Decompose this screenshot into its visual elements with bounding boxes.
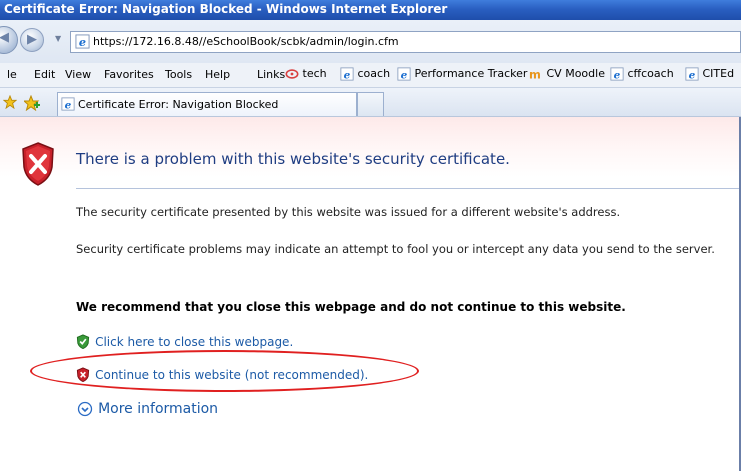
menu-help[interactable]: Help — [205, 68, 230, 81]
links-label: Links — [257, 68, 286, 81]
page-title: There is a problem with this website's s… — [76, 150, 510, 168]
forward-arrow-icon: ▶ — [27, 32, 37, 47]
address-bar[interactable]: e https://172.16.8.48//eSchoolBook/scbk/… — [70, 31, 741, 53]
favorites-star-icon[interactable] — [3, 95, 17, 109]
tab-label: Certificate Error: Navigation Blocked — [78, 98, 279, 111]
link-cited[interactable]: e CITEd — [685, 67, 734, 81]
page-content — [0, 117, 739, 471]
more-information-text: More information — [98, 401, 219, 417]
svg-text:m: m — [529, 67, 541, 81]
link-performance-tracker[interactable]: e Performance Tracker — [397, 67, 527, 81]
ie-page-icon: e — [75, 34, 90, 49]
expand-chevron-icon — [77, 401, 93, 416]
link-coach[interactable]: e coach — [340, 67, 390, 81]
menu-favorites[interactable]: Favorites — [104, 68, 154, 81]
ie-page-icon: e — [397, 67, 411, 81]
ie-page-icon: e — [340, 67, 354, 81]
forward-button[interactable]: ▶ — [20, 28, 44, 52]
add-favorites-icon[interactable] — [24, 95, 40, 111]
link-cffcoach[interactable]: e cffcoach — [610, 67, 674, 81]
link-cv-moodle[interactable]: m CV Moodle — [529, 67, 605, 81]
ie-page-icon: e — [685, 67, 699, 81]
aol-icon — [285, 69, 299, 79]
divider — [76, 188, 739, 189]
svg-text:e: e — [344, 69, 351, 81]
error-description: The security certificate presented by th… — [76, 205, 621, 219]
url-text: https://172.16.8.48//eSchoolBook/scbk/ad… — [93, 35, 399, 48]
warning-text: Security certificate problems may indica… — [76, 242, 715, 256]
more-information-toggle[interactable]: More information — [77, 398, 218, 417]
close-link-text: Click here to close this webpage. — [95, 335, 294, 349]
menu-view[interactable]: View — [65, 68, 91, 81]
svg-text:e: e — [689, 69, 696, 81]
tab-certificate-error[interactable]: e Certificate Error: Navigation Blocked — [57, 92, 357, 116]
title-bar: Certificate Error: Navigation Blocked - … — [0, 0, 741, 20]
new-tab-button[interactable] — [357, 92, 384, 116]
svg-text:e: e — [401, 69, 408, 81]
back-arrow-icon: ◀ — [0, 30, 9, 45]
recommendation-text: We recommend that you close this webpage… — [76, 300, 626, 314]
ie-page-icon: e — [61, 97, 75, 111]
svg-text:e: e — [79, 35, 86, 49]
link-tech[interactable]: tech — [285, 67, 327, 81]
menu-edit[interactable]: Edit — [34, 68, 55, 81]
back-button[interactable]: ◀ — [0, 26, 18, 54]
annotation-ellipse — [30, 350, 419, 392]
history-dropdown-icon[interactable]: ▼ — [55, 34, 61, 43]
close-webpage-link[interactable]: Click here to close this webpage. — [76, 331, 293, 350]
svg-text:e: e — [65, 99, 72, 111]
green-shield-check-icon — [76, 334, 90, 350]
menu-file[interactable]: le — [7, 68, 17, 81]
moodle-icon: m — [529, 67, 541, 81]
window-title: Certificate Error: Navigation Blocked - … — [4, 2, 448, 16]
menu-tools[interactable]: Tools — [165, 68, 192, 81]
ie-page-icon: e — [610, 67, 624, 81]
svg-text:e: e — [614, 69, 621, 81]
shield-error-icon — [22, 142, 54, 186]
